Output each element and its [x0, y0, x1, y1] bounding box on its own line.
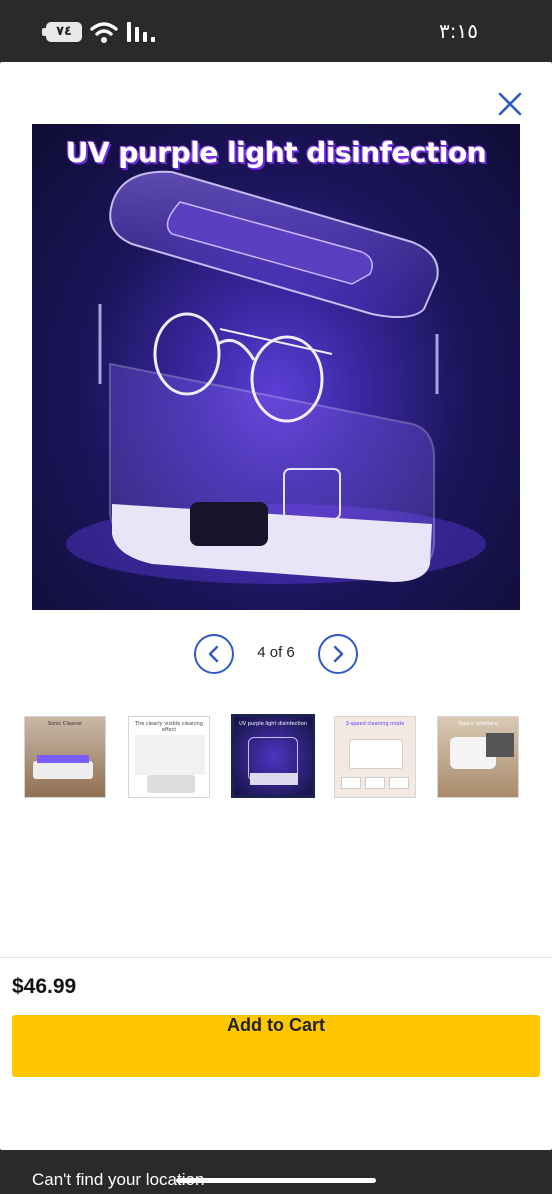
chevron-left-icon [208, 645, 219, 663]
product-price: $46.99 [12, 975, 77, 998]
thumbnail-1[interactable]: Sonic Cleaner [24, 716, 106, 798]
status-bar: ٧٤ ٣:١٥ [0, 0, 552, 62]
wifi-icon [90, 22, 118, 43]
divider [0, 957, 552, 958]
next-image-button[interactable] [318, 634, 358, 674]
chevron-right-icon [333, 645, 344, 663]
thumbnail-caption: Sonic Cleaner [47, 721, 83, 727]
ultrasonic-cleaner-illustration [66, 170, 486, 584]
clock: ٣:١٥ [439, 19, 478, 43]
previous-image-button[interactable] [194, 634, 234, 674]
image-position-indicator: 4 of 6 [257, 644, 295, 661]
thumbnail-caption: Type-c interface [458, 721, 498, 727]
thumbnail-strip: Sonic Cleaner The clearly visible cleani… [0, 714, 552, 800]
close-icon[interactable] [496, 90, 524, 118]
thumbnail-5[interactable]: Type-c interface [437, 716, 519, 798]
gallery-pager: 4 of 6 [0, 632, 552, 676]
thumbnail-2[interactable]: The clearly visible cleaning effect [128, 716, 210, 798]
thumbnail-4[interactable]: 3-speed cleaning mode [334, 716, 416, 798]
product-main-image[interactable]: UV purple light disinfection [32, 124, 520, 610]
signal-icon [127, 22, 155, 42]
hero-image-caption: UV purple light disinfection [65, 136, 487, 169]
thumbnail-caption: The clearly visible cleaning effect [135, 721, 203, 733]
home-indicator[interactable] [176, 1178, 376, 1183]
add-to-cart-button[interactable]: Add to Cart [12, 1015, 540, 1077]
thumbnail-3-selected[interactable]: UV purple light disinfection [231, 714, 315, 798]
battery-icon: ٧٤ [42, 22, 82, 42]
battery-level: ٧٤ [46, 22, 82, 42]
thumbnail-caption: UV purple light disinfection [239, 721, 307, 727]
thumbnail-caption: 3-speed cleaning mode [345, 721, 405, 727]
